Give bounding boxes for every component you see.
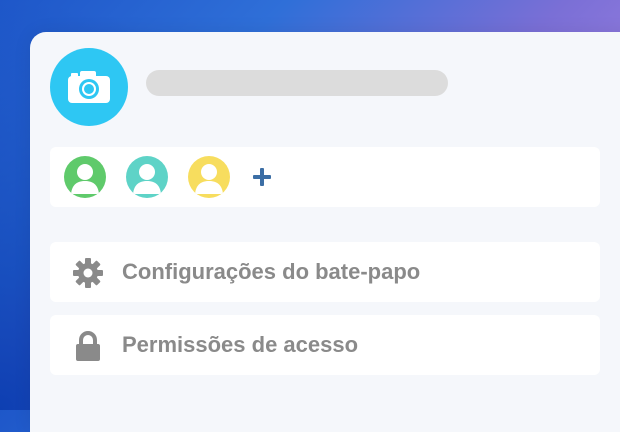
camera-icon: [68, 71, 110, 103]
user-avatar-icon: [133, 164, 161, 194]
access-permissions-item[interactable]: Permissões de acesso: [50, 315, 600, 375]
member-avatar[interactable]: [64, 156, 106, 198]
access-permissions-label: Permissões de acesso: [122, 332, 359, 357]
add-member-button[interactable]: [250, 165, 274, 189]
members-row: [50, 147, 600, 207]
chat-title-placeholder[interactable]: [146, 70, 448, 96]
user-avatar-icon: [195, 164, 223, 194]
member-avatar[interactable]: [188, 156, 230, 198]
member-avatar[interactable]: [126, 156, 168, 198]
gear-icon: [72, 257, 104, 289]
chat-settings-label: Configurações do bate-papo: [122, 259, 421, 284]
chat-settings-panel: Configurações do bate-papo Permissões de…: [30, 32, 620, 432]
plus-icon: [253, 168, 271, 186]
user-avatar-icon: [71, 164, 99, 194]
chat-photo-button[interactable]: [50, 48, 128, 126]
lock-icon: [72, 330, 104, 362]
chat-settings-item[interactable]: Configurações do bate-papo: [50, 242, 600, 302]
